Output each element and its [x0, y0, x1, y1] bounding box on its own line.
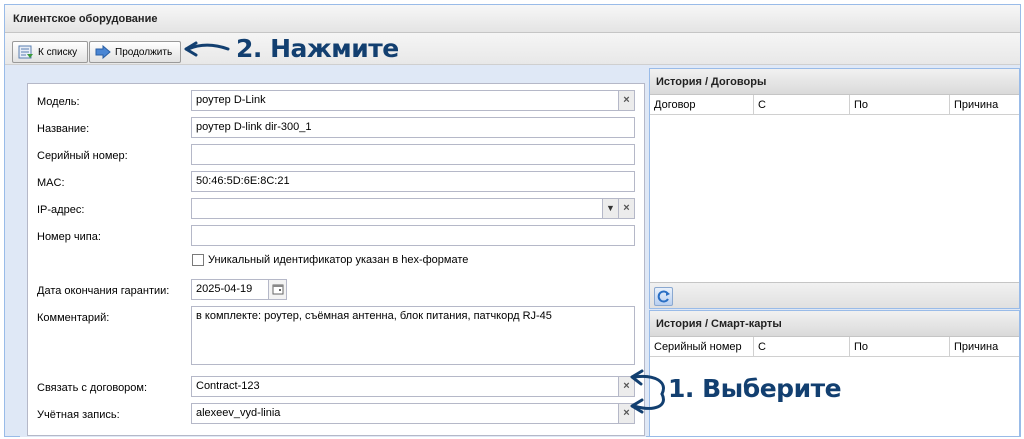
arrow-to-contract-field: [632, 374, 665, 396]
annotation-step1: 1. Выберите: [668, 374, 842, 403]
annotation-step2: 2. Нажмите: [236, 34, 399, 63]
annotation-arrows: [184, 41, 665, 414]
